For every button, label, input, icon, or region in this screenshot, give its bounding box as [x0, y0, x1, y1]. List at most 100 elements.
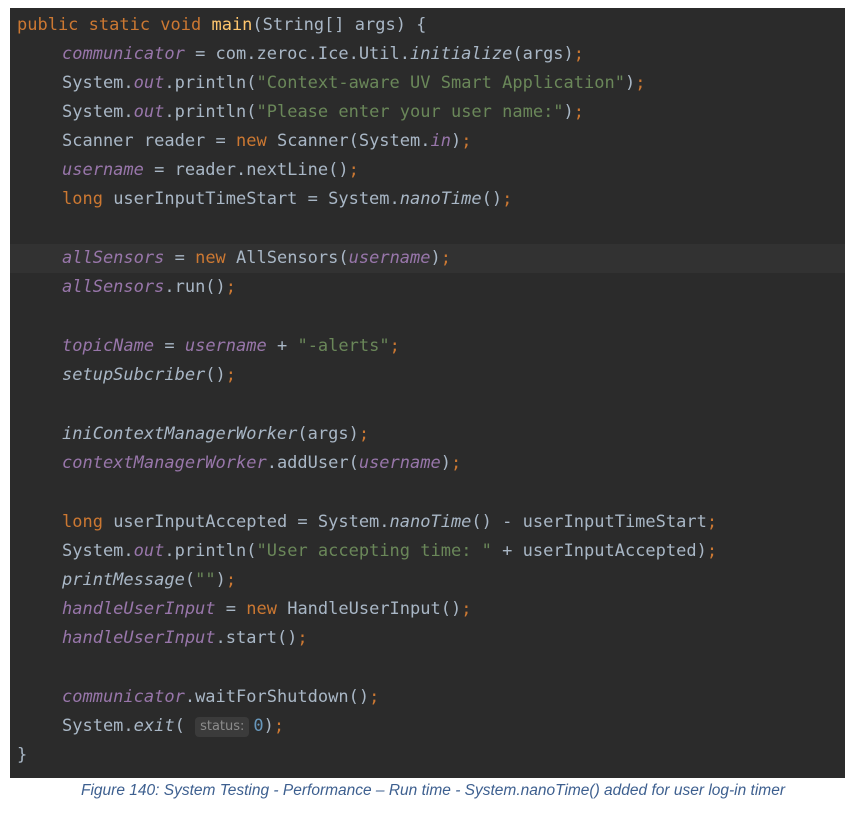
- code-token: System.: [62, 102, 134, 122]
- code-token: =: [164, 248, 196, 268]
- code-token: = com.zeroc.Ice.Util.: [184, 44, 410, 64]
- code-line: communicator = com.zeroc.Ice.Util.initia…: [10, 40, 845, 69]
- code-token: long: [62, 512, 114, 532]
- code-line: long userInputAccepted = System.nanoTime…: [10, 508, 845, 537]
- code-token: (): [481, 189, 503, 209]
- code-line: topicName = username + "-alerts";: [10, 332, 845, 361]
- code-line: System.out.println("Please enter your us…: [10, 98, 845, 127]
- figure-caption: Figure 140: System Testing - Performance…: [81, 782, 785, 799]
- code-token: () - userInputTimeStart: [471, 512, 707, 532]
- code-token: allSensors: [62, 277, 165, 297]
- code-token: exit: [133, 716, 175, 736]
- code-token: ;: [358, 424, 370, 444]
- code-token: .println(: [164, 102, 257, 122]
- code-token: allSensors: [62, 248, 165, 268]
- code-token: ;: [348, 160, 359, 180]
- code-token: "-alerts": [297, 336, 390, 356]
- code-token: ;: [706, 541, 718, 561]
- code-token: nanoTime: [399, 189, 482, 209]
- code-token: in: [430, 131, 451, 151]
- code-token: .addUser(: [266, 453, 359, 473]
- code-token: ;: [369, 687, 380, 707]
- code-token: ;: [273, 716, 285, 736]
- code-token: ): [440, 453, 451, 473]
- code-token: ): [624, 73, 636, 93]
- code-token: ;: [706, 512, 718, 532]
- code-token: contextManagerWorker: [62, 453, 267, 473]
- code-token: System.: [62, 73, 134, 93]
- code-token: new: [246, 599, 288, 619]
- code-token: ): [215, 570, 226, 590]
- code-token: ;: [225, 277, 237, 297]
- code-line: allSensors.run();: [10, 273, 845, 302]
- code-token: new: [236, 131, 277, 151]
- code-token: nanoTime: [389, 512, 472, 532]
- code-token: +: [266, 336, 298, 356]
- code-token: username: [358, 453, 441, 473]
- code-token: HandleUserInput(): [287, 599, 462, 619]
- code-token: "Please enter your user name:": [256, 102, 564, 122]
- code-token: ): [430, 248, 441, 268]
- code-line: iniContextManagerWorker(args);: [10, 420, 845, 449]
- code-editor: public static void main(String[] args) {…: [10, 8, 845, 778]
- code-token: (): [205, 365, 226, 385]
- code-token: (args): [512, 44, 574, 64]
- code-line-current: allSensors = new AllSensors(username);: [10, 244, 845, 273]
- code-token: ;: [297, 628, 308, 648]
- code-line: System.exit( status: 0);: [10, 712, 845, 741]
- code-token: ;: [461, 131, 472, 151]
- code-token: out: [133, 102, 165, 122]
- code-token: communicator: [62, 687, 185, 707]
- code-token: out: [133, 73, 165, 93]
- code-token: "": [195, 570, 216, 590]
- code-line: setupSubcriber();: [10, 361, 845, 390]
- code-token: handleUserInput: [62, 628, 216, 648]
- code-line: System.out.println("Context-aware UV Sma…: [10, 69, 845, 98]
- code-token: =: [215, 599, 247, 619]
- code-token: Scanner(System.: [276, 131, 431, 151]
- code-token: iniContextManagerWorker: [62, 424, 298, 444]
- code-token: ;: [573, 44, 585, 64]
- code-token: communicator: [62, 44, 185, 64]
- code-line: long userInputTimeStart = System.nanoTim…: [10, 185, 845, 214]
- code-token: ): [263, 716, 274, 736]
- code-line: communicator.waitForShutdown();: [10, 683, 845, 712]
- code-token: topicName: [62, 336, 155, 356]
- code-token: out: [133, 541, 165, 561]
- code-token: new: [195, 248, 237, 268]
- code-token: ;: [225, 570, 237, 590]
- code-token: (String[] args) {: [252, 15, 427, 35]
- code-token: "User accepting time: ": [256, 541, 492, 561]
- code-token: ): [450, 131, 462, 151]
- code-line: handleUserInput.start();: [10, 624, 845, 653]
- code-token: ;: [635, 73, 646, 93]
- code-token: username: [184, 336, 267, 356]
- code-line: contextManagerWorker.addUser(username);: [10, 449, 845, 478]
- code-token: "Context-aware UV Smart Application": [256, 73, 625, 93]
- code-token: ;: [450, 453, 462, 473]
- code-token: main: [211, 15, 253, 35]
- code-line: handleUserInput = new HandleUserInput();: [10, 595, 845, 624]
- code-token: .run(): [164, 277, 226, 297]
- code-line: Scanner reader = new Scanner(System.in);: [10, 127, 845, 156]
- code-token: (: [174, 716, 196, 736]
- code-token: username: [62, 160, 144, 180]
- code-line: username = reader.nextLine();: [10, 156, 845, 185]
- code-token: long: [62, 189, 114, 209]
- code-token: = reader.nextLine(): [143, 160, 349, 180]
- code-line: public static void main(String[] args) {: [10, 11, 845, 40]
- code-token: handleUserInput: [62, 599, 216, 619]
- code-token: ): [563, 102, 574, 122]
- code-token: printMessage: [62, 570, 185, 590]
- code-token: System.: [62, 541, 134, 561]
- code-token: + userInputAccepted): [491, 541, 707, 561]
- parameter-hint: status:: [195, 717, 250, 737]
- code-token: userInputAccepted = System.: [113, 512, 390, 532]
- code-token: initialize: [410, 44, 513, 64]
- code-token: username: [348, 248, 431, 268]
- code-line: System.out.println("User accepting time:…: [10, 537, 845, 566]
- code-token: (args): [297, 424, 359, 444]
- code-token: ;: [225, 365, 237, 385]
- code-token: (: [184, 570, 196, 590]
- code-token: AllSensors(: [236, 248, 349, 268]
